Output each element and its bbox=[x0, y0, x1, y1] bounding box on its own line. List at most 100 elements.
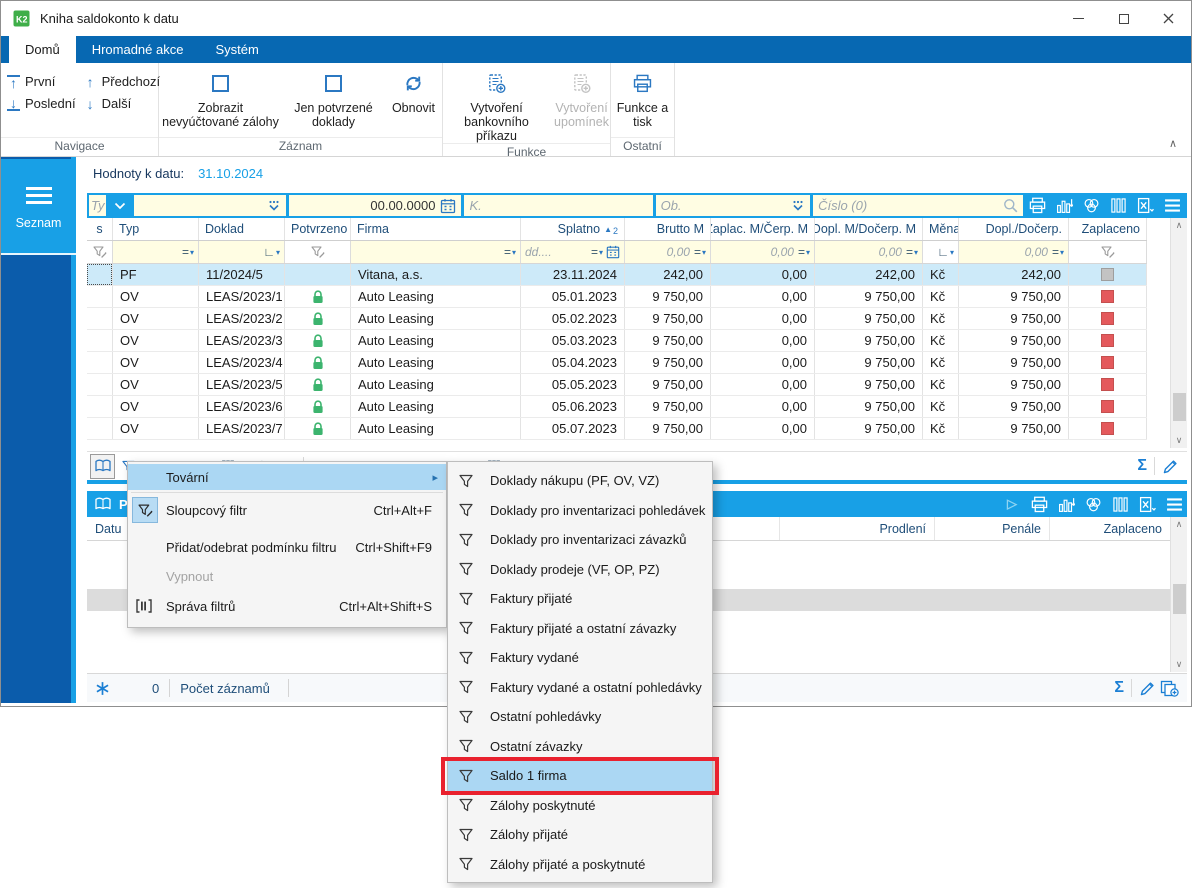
table-row[interactable]: PF 11/2024/5 Vitana, a.s. 23.11.2024 242… bbox=[87, 264, 1147, 286]
menu-item-tovarni[interactable]: Tovární ▸ bbox=[128, 464, 446, 490]
close-button[interactable] bbox=[1146, 1, 1191, 36]
ob-filter-field[interactable]: Ob. bbox=[656, 195, 810, 216]
row-marker[interactable] bbox=[87, 286, 113, 307]
multi-select-icon[interactable] bbox=[791, 200, 805, 212]
next-record-button[interactable]: ↓Další bbox=[84, 96, 161, 111]
table-row[interactable]: OV LEAS/2023/2 Auto Leasing 05.02.2023 9… bbox=[87, 308, 1147, 330]
maximize-button[interactable] bbox=[1101, 1, 1146, 36]
columns-button[interactable] bbox=[1107, 196, 1129, 216]
column-header-zaplaceno[interactable]: Zaplaceno bbox=[1069, 218, 1147, 240]
scrollbar-thumb[interactable] bbox=[1173, 584, 1186, 614]
filter-cell-typ[interactable]: =▾ bbox=[113, 241, 199, 263]
scroll-up-button[interactable]: ∧ bbox=[1171, 517, 1187, 532]
column-header-dopl-m[interactable]: Dopl. M/Dočerp. M bbox=[815, 218, 923, 240]
tab-domu[interactable]: Domů bbox=[9, 36, 76, 63]
value-filter-field[interactable] bbox=[134, 195, 287, 216]
submenu-item-zalohy-poskytnute[interactable]: Zálohy poskytnuté bbox=[448, 791, 712, 821]
column-header-s[interactable]: s bbox=[87, 218, 113, 240]
previous-record-button[interactable]: ↑Předchozí bbox=[84, 74, 161, 89]
row-marker[interactable] bbox=[87, 418, 113, 439]
submenu-item-ostatni-pohledavky[interactable]: Ostatní pohledávky bbox=[448, 702, 712, 732]
filter-cell-doklad[interactable]: ∟▾ bbox=[199, 241, 285, 263]
table-row[interactable]: OV LEAS/2023/6 Auto Leasing 05.06.2023 9… bbox=[87, 396, 1147, 418]
filter-cell-zaplaceno[interactable] bbox=[1069, 241, 1147, 263]
submenu-item-faktury-prijate-ostatni[interactable]: Faktury přijaté a ostatní závazky bbox=[448, 614, 712, 644]
filter-cell-firma[interactable]: =▾ bbox=[351, 241, 521, 263]
last-record-button[interactable]: ↓Poslední bbox=[7, 96, 76, 111]
print-button[interactable] bbox=[1028, 494, 1050, 514]
menu-item-vypnout[interactable]: Vypnout bbox=[128, 562, 446, 590]
row-marker[interactable] bbox=[87, 396, 113, 417]
row-marker[interactable] bbox=[87, 352, 113, 373]
edit-button[interactable] bbox=[1162, 458, 1179, 475]
date-filter-field[interactable]: 00.00.0000 bbox=[289, 195, 461, 216]
column-picker-field[interactable]: Ty bbox=[89, 195, 106, 216]
submenu-item-doklady-nakupu[interactable]: Doklady nákupu (PF, OV, VZ) bbox=[448, 466, 712, 496]
edit-button[interactable] bbox=[1139, 680, 1156, 697]
scroll-up-button[interactable]: ∧ bbox=[1171, 218, 1187, 233]
menu-item-sloupcovy-filtr[interactable]: Sloupcový filtr Ctrl+Alt+F bbox=[128, 495, 446, 526]
sidebar-item-seznam[interactable]: Seznam bbox=[1, 159, 76, 255]
table-row[interactable]: OV LEAS/2023/3 Auto Leasing 05.03.2023 9… bbox=[87, 330, 1147, 352]
submenu-item-zalohy-prijate-poskytnute[interactable]: Zálohy přijaté a poskytnuté bbox=[448, 850, 712, 880]
grid-menu-button[interactable] bbox=[1163, 494, 1185, 514]
play-button-disabled[interactable]: ▷ bbox=[1001, 494, 1023, 514]
submenu-item-zalohy-prijate[interactable]: Zálohy přijaté bbox=[448, 820, 712, 850]
column-filter-toggle[interactable] bbox=[132, 497, 158, 523]
column-header-zaplac[interactable]: Zaplac. M/Čerp. M bbox=[711, 218, 815, 240]
create-reminders-button[interactable]: Vytvoření upomínek bbox=[554, 68, 610, 143]
color-filter-button[interactable] bbox=[1082, 494, 1104, 514]
row-marker[interactable] bbox=[87, 330, 113, 351]
chart-button[interactable] bbox=[1055, 494, 1077, 514]
submenu-item-saldo-1-firma[interactable]: Saldo 1 firma bbox=[448, 761, 712, 791]
submenu-item-ostatni-zavazky[interactable]: Ostatní závazky bbox=[448, 732, 712, 762]
minimize-button[interactable] bbox=[1056, 1, 1101, 36]
excel-export-button[interactable] bbox=[1136, 494, 1158, 514]
column-header-typ[interactable]: Typ bbox=[113, 218, 199, 240]
column-header-firma[interactable]: Firma bbox=[351, 218, 521, 240]
scroll-down-button[interactable]: ∨ bbox=[1171, 657, 1187, 672]
multi-select-icon[interactable] bbox=[267, 200, 281, 212]
row-marker[interactable] bbox=[87, 374, 113, 395]
table-row[interactable]: OV LEAS/2023/5 Auto Leasing 05.05.2023 9… bbox=[87, 374, 1147, 396]
filter-cell-dopl[interactable]: 0,00=▾ bbox=[959, 241, 1069, 263]
calendar-icon[interactable] bbox=[440, 198, 456, 214]
k-filter-field[interactable]: K. bbox=[464, 195, 652, 216]
excel-export-button[interactable] bbox=[1134, 196, 1156, 216]
filter-cell-zaplac[interactable]: 0,00=▾ bbox=[711, 241, 815, 263]
filter-cell-s[interactable] bbox=[87, 241, 113, 263]
column-header-prodleni[interactable]: Prodlení bbox=[780, 517, 935, 540]
submenu-item-doklady-prodeje[interactable]: Doklady prodeje (VF, OP, PZ) bbox=[448, 555, 712, 585]
column-header-dopl[interactable]: Dopl./Dočerp. bbox=[959, 218, 1069, 240]
table-row[interactable]: OV LEAS/2023/4 Auto Leasing 05.04.2023 9… bbox=[87, 352, 1147, 374]
column-header-splatno[interactable]: Splatno▲2 bbox=[521, 218, 625, 240]
column-header-doklad[interactable]: Doklad bbox=[199, 218, 285, 240]
first-record-button[interactable]: ↑První bbox=[7, 74, 76, 89]
submenu-item-inventarizace-pohledavek[interactable]: Doklady pro inventarizaci pohledávek bbox=[448, 496, 712, 526]
column-header-zaplaceno[interactable]: Zaplaceno bbox=[1050, 517, 1170, 540]
color-filter-button[interactable] bbox=[1080, 196, 1102, 216]
create-bank-order-button[interactable]: Vytvoření bankovního příkazu bbox=[444, 68, 550, 143]
tab-hromadne-akce[interactable]: Hromadné akce bbox=[76, 36, 200, 63]
submenu-item-inventarizace-zavazku[interactable]: Doklady pro inventarizaci závazků bbox=[448, 525, 712, 555]
columns-button[interactable] bbox=[1109, 494, 1131, 514]
menu-item-sprava-filtru[interactable]: Správa filtrů Ctrl+Alt+Shift+S bbox=[128, 590, 446, 622]
table-row[interactable]: OV LEAS/2023/7 Auto Leasing 05.07.2023 9… bbox=[87, 418, 1147, 440]
column-header-potvrzeno[interactable]: Potvrzeno bbox=[285, 218, 351, 240]
row-marker[interactable] bbox=[87, 264, 113, 285]
column-picker-dropdown[interactable] bbox=[109, 195, 131, 216]
filter-cell-splatno[interactable]: dd....=▾ bbox=[521, 241, 625, 263]
tab-system[interactable]: Systém bbox=[199, 36, 274, 63]
filter-cell-potvrzeno[interactable] bbox=[285, 241, 351, 263]
payments-scrollbar[interactable]: ∧ ∨ bbox=[1170, 517, 1187, 672]
copy-add-button[interactable] bbox=[1160, 680, 1179, 697]
scroll-down-button[interactable]: ∨ bbox=[1171, 433, 1187, 448]
sum-button[interactable]: Σ bbox=[1114, 679, 1124, 697]
table-row[interactable]: OV LEAS/2023/1 Auto Leasing 05.01.2023 9… bbox=[87, 286, 1147, 308]
table-scrollbar[interactable]: ∧ ∨ bbox=[1170, 218, 1187, 448]
only-confirmed-documents-button[interactable]: Jen potvrzené doklady bbox=[288, 68, 380, 137]
filter-cell-mena[interactable]: ∟▾ bbox=[923, 241, 959, 263]
print-button[interactable] bbox=[1026, 196, 1048, 216]
menu-item-pridat-odebrat-podminku[interactable]: Přidat/odebrat podmínku filtru Ctrl+Shif… bbox=[128, 532, 446, 562]
collapse-ribbon-button[interactable]: ∧ bbox=[1169, 137, 1177, 150]
